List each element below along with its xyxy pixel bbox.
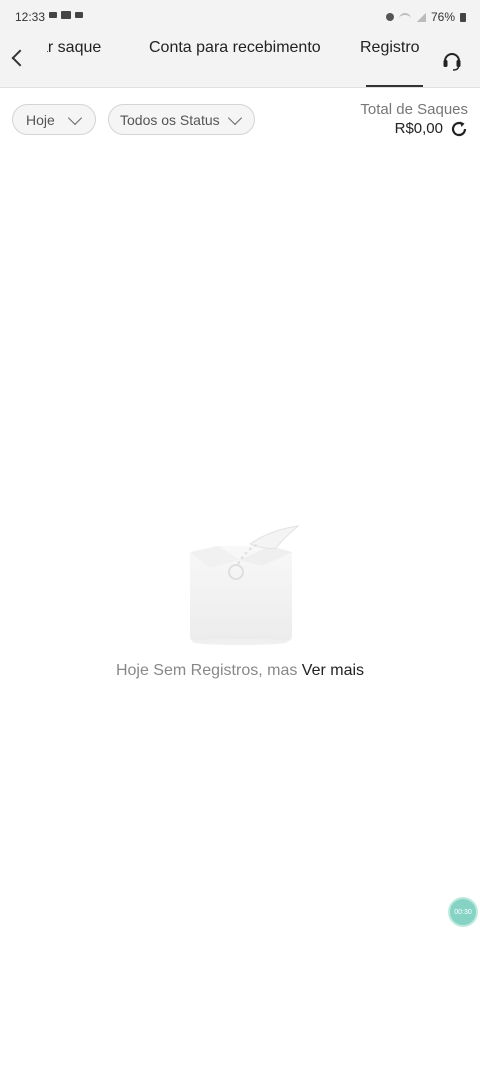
- top-navigation: ar saque Conta para recebimento Registro: [0, 34, 480, 88]
- status-filter-dropdown[interactable]: Todos os Status: [108, 104, 255, 135]
- refresh-icon: [451, 121, 467, 137]
- status-bar: 12:33 76%: [0, 0, 480, 34]
- video-notification-icon: [75, 12, 83, 18]
- status-filter-value: Todos os Status: [120, 111, 220, 128]
- notification-icons: [49, 11, 83, 19]
- chevron-down-icon: [67, 110, 83, 126]
- tab-withdraw-label: ar saque: [47, 39, 102, 56]
- date-filter-value: Hoje: [26, 111, 55, 128]
- back-button[interactable]: [6, 46, 30, 70]
- tab-receiving-account[interactable]: Conta para recebimento: [149, 39, 321, 57]
- wifi-icon: [398, 12, 411, 22]
- alarm-icon: [385, 13, 394, 21]
- chevron-down-icon: [227, 110, 243, 126]
- empty-state-message: Hoje Sem Registros, mas Ver mais: [0, 662, 480, 680]
- support-button[interactable]: [441, 49, 463, 71]
- signal-icon: [415, 12, 426, 22]
- video-notification-icon: [49, 12, 57, 18]
- empty-box-illustration: [180, 520, 300, 645]
- timer-badge[interactable]: 00:30: [448, 897, 478, 927]
- date-filter-dropdown[interactable]: Hoje: [12, 104, 96, 135]
- system-icons: 76%: [385, 10, 466, 24]
- tab-receiving-account-label: Conta para recebimento: [149, 39, 321, 56]
- empty-state-text: Hoje Sem Registros, mas: [115, 662, 298, 679]
- status-time: 12:33: [15, 10, 46, 24]
- see-more-link[interactable]: Ver mais: [302, 662, 364, 679]
- active-tab-indicator: [366, 85, 423, 87]
- tab-registro-label: Registro: [360, 39, 420, 56]
- refresh-button[interactable]: [449, 119, 469, 139]
- total-withdrawals-label: Total de Saques: [360, 101, 468, 118]
- headset-icon: [443, 53, 461, 71]
- empty-box-icon: [190, 525, 300, 645]
- tab-registro[interactable]: Registro: [360, 39, 420, 57]
- battery-icon: [460, 12, 466, 22]
- app-notification-icon: [61, 11, 71, 19]
- battery-percent: 76%: [430, 10, 455, 24]
- timer-value: 00:30: [454, 908, 472, 916]
- tab-withdraw[interactable]: ar saque: [47, 39, 111, 57]
- total-withdrawals-value: R$0,00: [394, 120, 443, 137]
